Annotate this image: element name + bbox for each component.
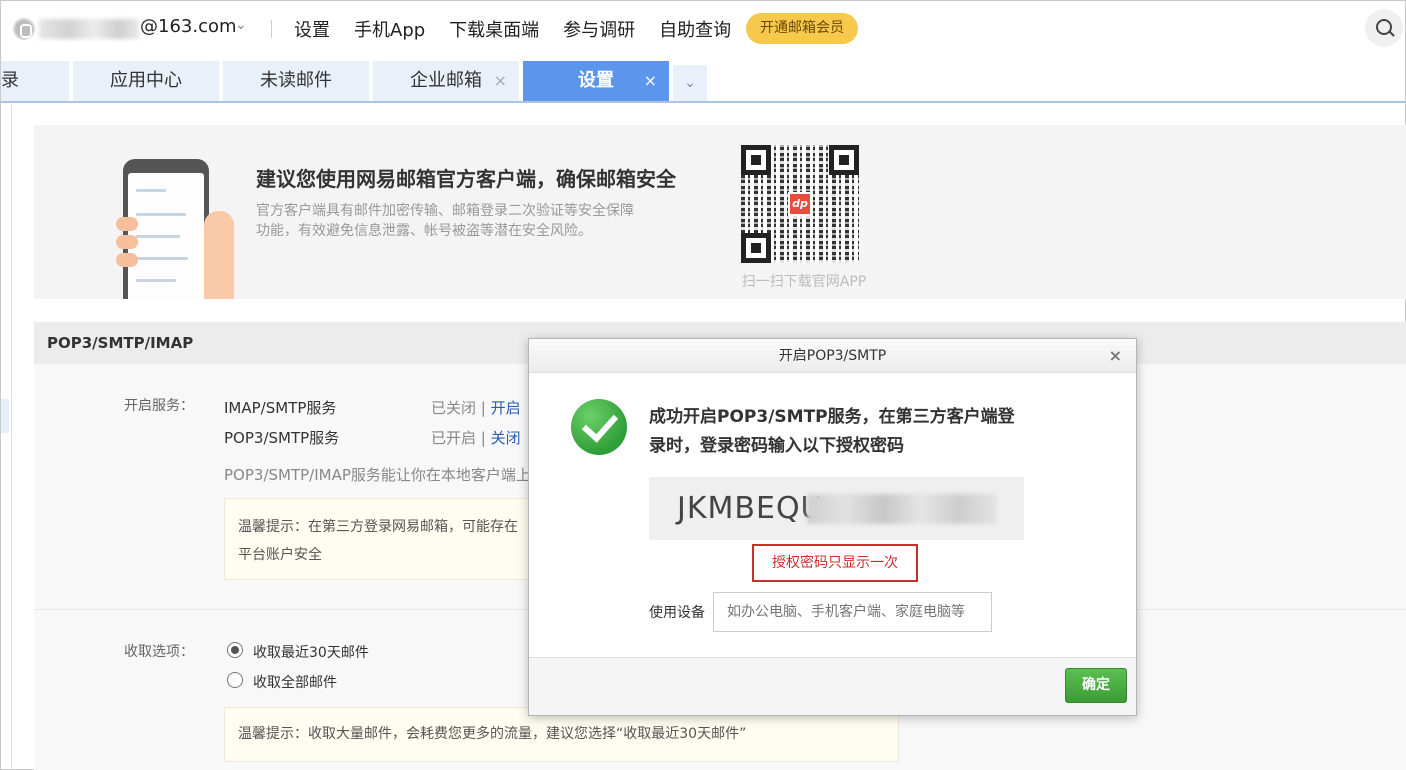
- qr-caption: 扫一扫下载官网APP: [741, 274, 867, 290]
- auth-code: JKMBEQU: [677, 491, 824, 526]
- dialog-header: 开启POP3/SMTP ×: [529, 339, 1136, 373]
- security-tip: 温馨提示：在第三方登录网易邮箱，可能存在 平台账户安全: [224, 498, 544, 580]
- close-icon[interactable]: ×: [644, 61, 657, 101]
- banner-title: 建议您使用网易邮箱官方客户端，确保邮箱安全: [256, 167, 676, 191]
- tab-label: 录: [1, 70, 19, 91]
- device-label: 使用设备: [649, 605, 705, 621]
- close-icon[interactable]: ×: [494, 61, 507, 101]
- pop3-service-name: POP3/SMTP服务: [224, 429, 340, 447]
- service-label: 开启服务：: [124, 398, 194, 414]
- auth-code-box: JKMBEQU: [649, 477, 1024, 540]
- finger: [116, 217, 138, 231]
- qr-code: dp: [741, 145, 859, 263]
- message-line: 成功开启POP3/SMTP服务，在第三方客户端登: [649, 407, 1015, 427]
- nav-settings[interactable]: 设置: [294, 16, 330, 42]
- account-email-suffix[interactable]: @163.com: [140, 16, 237, 37]
- tip-line: 温馨提示：在第三方登录网易邮箱，可能存在: [238, 519, 518, 535]
- dialog-title: 开启POP3/SMTP: [778, 348, 887, 364]
- enable-pop3-dialog: 开启POP3/SMTP × 成功开启POP3/SMTP服务，在第三方客户端登 录…: [528, 338, 1137, 716]
- pop3-disable-link[interactable]: 关闭: [491, 429, 521, 447]
- phone-line: [136, 213, 186, 216]
- qr-finder: [741, 233, 771, 263]
- blurred-account-name: [39, 19, 139, 39]
- finger: [116, 253, 138, 267]
- device-input[interactable]: [713, 592, 992, 632]
- receive-options-label: 收取选项：: [124, 644, 194, 660]
- top-nav: 设置 手机App 下载桌面端 参与调研 自助查询: [294, 16, 755, 42]
- imap-service-name: IMAP/SMTP服务: [224, 399, 337, 417]
- nav-survey[interactable]: 参与调研: [563, 16, 635, 42]
- success-message: 成功开启POP3/SMTP服务，在第三方客户端登 录时，登录密码输入以下授权密码: [649, 403, 1039, 461]
- chevron-down-icon[interactable]: ⌄: [673, 65, 707, 101]
- success-check-icon: [571, 399, 627, 455]
- radio-all-mail[interactable]: [227, 672, 243, 688]
- tab-app-center[interactable]: 应用中心: [73, 61, 221, 101]
- radio-recent-30-days[interactable]: [227, 642, 243, 658]
- client-promo-banner: 建议您使用网易邮箱官方客户端，确保邮箱安全 官方客户端具有邮件加密传输、邮箱登录…: [34, 125, 1406, 299]
- nav-download-desktop[interactable]: 下载桌面端: [449, 16, 539, 42]
- option-label[interactable]: 收取全部邮件: [253, 672, 337, 692]
- tab-bar: 录 应用中心 未读邮件 企业邮箱 × 设置 × ⌄: [1, 61, 1405, 103]
- nav-self-service[interactable]: 自助查询: [659, 16, 731, 42]
- qr-finder: [741, 145, 771, 175]
- status-separator: |: [476, 429, 491, 447]
- imap-service-status: 已关闭 | 开启: [431, 397, 521, 418]
- phone-line: [136, 279, 176, 282]
- option-label[interactable]: 收取最近30天邮件: [253, 642, 369, 662]
- phone-line: [136, 189, 166, 192]
- qr-finder: [829, 145, 859, 175]
- avatar[interactable]: [13, 18, 35, 40]
- imap-enable-link[interactable]: 开启: [491, 399, 521, 417]
- tab-label: 设置: [578, 70, 614, 91]
- tab-unread[interactable]: 未读邮件: [223, 61, 371, 101]
- status-text: 已开启: [431, 429, 477, 447]
- vip-membership-button[interactable]: 开通邮箱会员: [746, 13, 858, 44]
- banner-description: 官方客户端具有邮件加密传输、邮箱登录二次验证等安全保障功能，有效避免信息泄露、帐…: [256, 203, 634, 239]
- status-text: 已关闭: [431, 399, 477, 417]
- tab-label: 未读邮件: [260, 70, 332, 91]
- phone-line: [136, 257, 188, 260]
- phone-screen: [128, 173, 204, 299]
- tab-label: 应用中心: [110, 70, 182, 91]
- service-description: POP3/SMTP/IMAP服务能让你在本地客户端上: [224, 466, 531, 484]
- thumb: [204, 211, 234, 299]
- app-logo-icon: dp: [788, 192, 812, 216]
- chevron-down-icon[interactable]: ⌄: [235, 17, 247, 33]
- nav-mobile-app[interactable]: 手机App: [354, 16, 425, 42]
- sidebar-indicator: [1, 399, 9, 433]
- auth-code-redacted: [807, 494, 997, 524]
- dialog-footer: 确定: [529, 657, 1136, 715]
- tab-settings[interactable]: 设置 ×: [523, 61, 671, 101]
- status-separator: |: [476, 399, 491, 417]
- tip-line: 平台账户安全: [238, 547, 322, 563]
- phone-line: [136, 235, 180, 238]
- finger: [116, 235, 138, 249]
- sidebar-edge: [11, 105, 12, 770]
- tab-label: 企业邮箱: [410, 70, 482, 91]
- close-icon[interactable]: ×: [1109, 339, 1122, 373]
- tab-contacts[interactable]: 录: [1, 61, 71, 101]
- search-icon[interactable]: [1365, 9, 1403, 47]
- top-bar: @163.com ⌄ 设置 手机App 下载桌面端 参与调研 自助查询 开通邮箱…: [1, 1, 1405, 57]
- divider: [271, 20, 272, 38]
- shown-once-warning: 授权密码只显示一次: [752, 544, 918, 582]
- tab-enterprise-mail[interactable]: 企业邮箱 ×: [373, 61, 521, 101]
- message-line: 录时，登录密码输入以下授权密码: [649, 436, 904, 456]
- confirm-button[interactable]: 确定: [1065, 668, 1127, 703]
- pop3-service-status: 已开启 | 关闭: [431, 427, 521, 448]
